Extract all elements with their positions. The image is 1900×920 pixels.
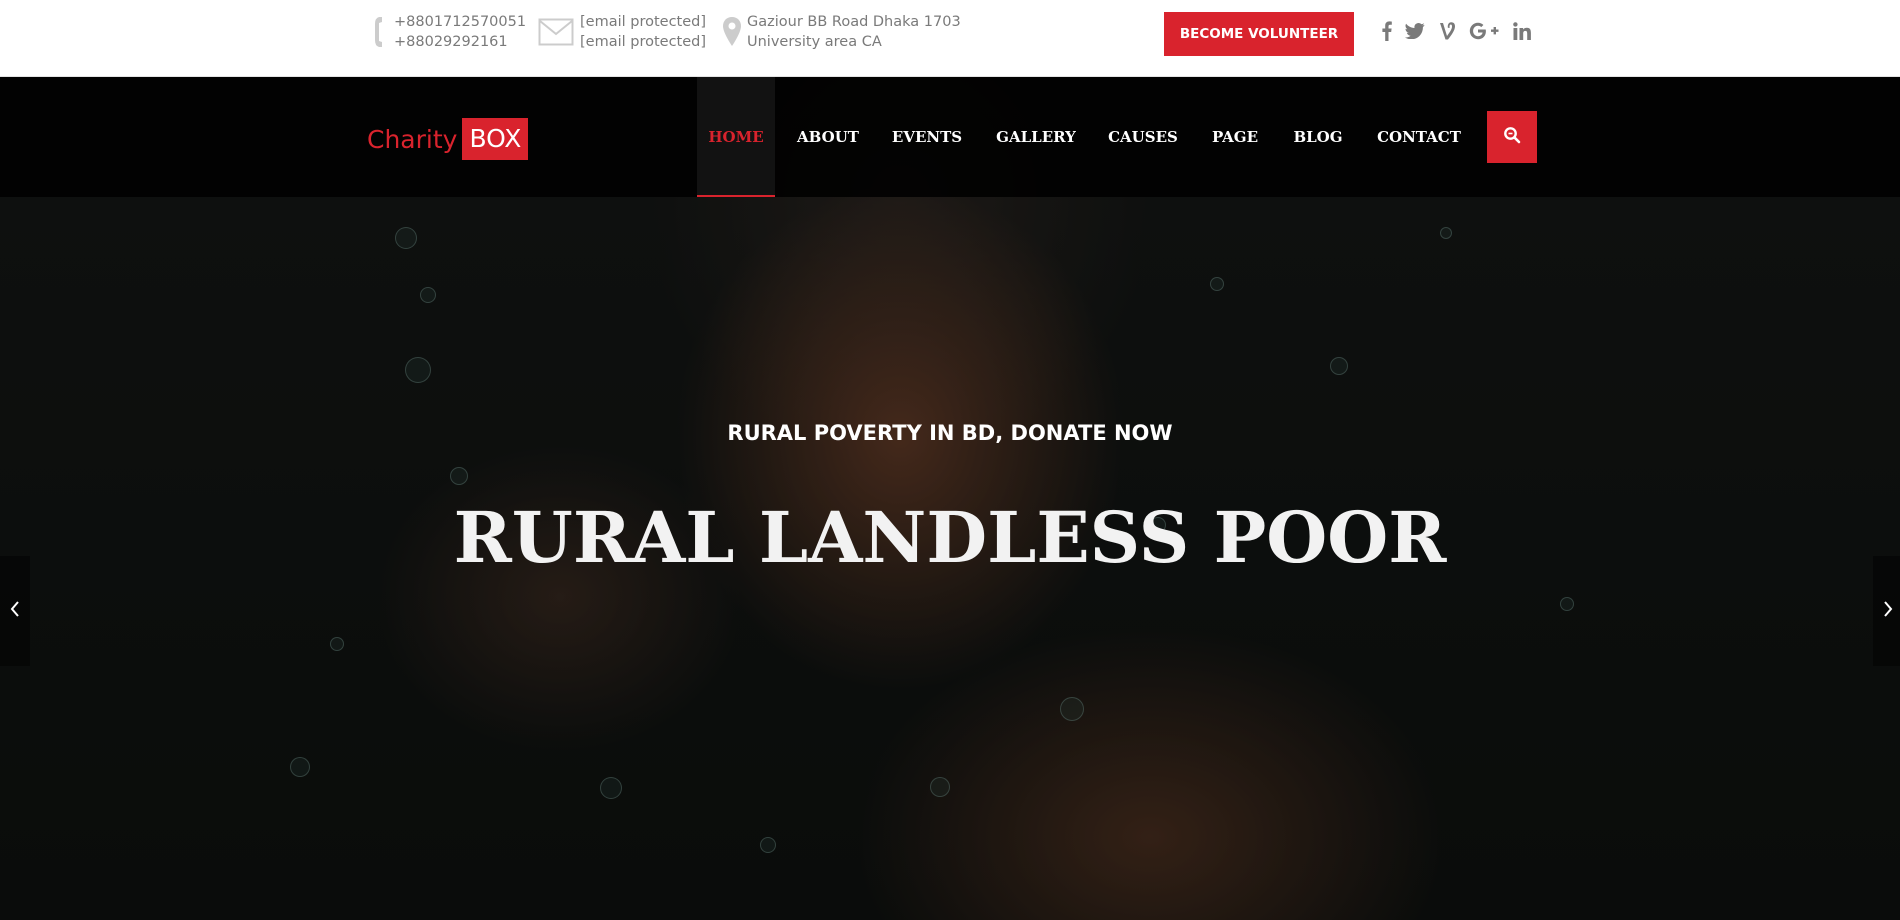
linkedin-icon[interactable] xyxy=(1504,16,1540,46)
top-bar: +8801712570051 +88029292161 [email prote… xyxy=(0,0,1900,77)
nav-causes[interactable]: CAUSES xyxy=(1103,77,1183,197)
facebook-icon[interactable] xyxy=(1376,16,1398,46)
chevron-right-icon xyxy=(1883,601,1893,621)
map-pin-icon xyxy=(717,12,747,52)
nav-gallery[interactable]: GALLERY xyxy=(992,77,1080,197)
vine-icon[interactable] xyxy=(1432,16,1464,46)
hero-headline: RURAL LANDLESS POOR xyxy=(453,496,1447,579)
phone-icon xyxy=(370,12,394,52)
search-button[interactable] xyxy=(1487,111,1537,163)
email-line-2[interactable]: [email protected] xyxy=(580,32,706,52)
email-contact: [email protected] [email protected] xyxy=(532,12,706,56)
phone-contact: +8801712570051 +88029292161 xyxy=(370,12,526,56)
nav-contact[interactable]: CONTACT xyxy=(1374,77,1464,197)
address-line-2: University area CA xyxy=(747,34,882,50)
address-line-1: Gaziour BB Road Dhaka 1703 xyxy=(747,14,961,30)
phone-line-1: +8801712570051 xyxy=(394,14,527,30)
site-logo[interactable]: Charity BOX xyxy=(367,118,529,160)
nav-about[interactable]: ABOUT xyxy=(790,77,866,197)
address-contact: Gaziour BB Road Dhaka 1703 University ar… xyxy=(717,12,961,56)
slider-next-button[interactable] xyxy=(1873,556,1900,666)
nav-home[interactable]: HOME xyxy=(697,77,775,197)
slider-prev-button[interactable] xyxy=(0,556,30,666)
become-volunteer-button[interactable]: BECOME VOLUNTEER xyxy=(1164,12,1354,56)
nav-blog[interactable]: BLOG xyxy=(1288,77,1348,197)
social-links xyxy=(1376,16,1540,46)
search-icon xyxy=(1503,126,1521,148)
twitter-icon[interactable] xyxy=(1398,16,1432,46)
envelope-icon xyxy=(532,12,580,52)
google-plus-icon[interactable] xyxy=(1464,16,1504,46)
logo-box-text: BOX xyxy=(462,118,529,160)
nav-page[interactable]: PAGE xyxy=(1206,77,1264,197)
email-line-1[interactable]: [email protected] xyxy=(580,12,706,32)
hero-subtitle: RURAL POVERTY IN BD, DONATE NOW xyxy=(727,421,1173,445)
chevron-left-icon xyxy=(10,601,20,621)
logo-charity-text: Charity xyxy=(367,124,458,154)
main-navbar: Charity BOX HOME ABOUT EVENTS GALLERY CA… xyxy=(0,77,1900,197)
phone-line-2: +88029292161 xyxy=(394,34,508,50)
nav-events[interactable]: EVENTS xyxy=(884,77,970,197)
